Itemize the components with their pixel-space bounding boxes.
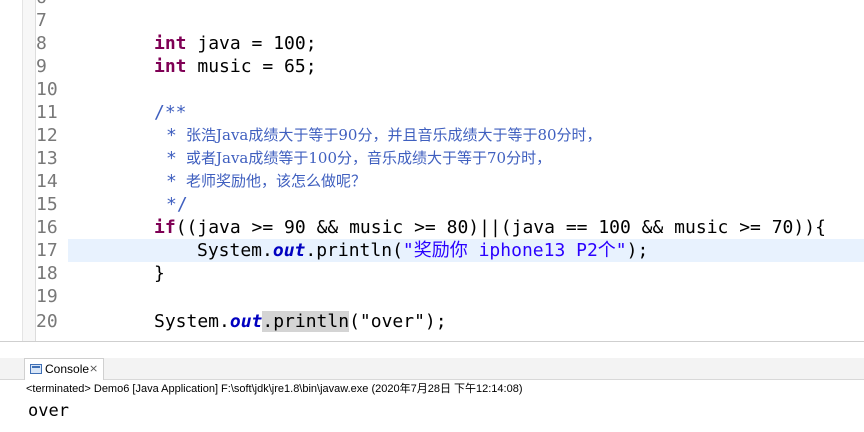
code-text: System.out.println("over"); [154, 310, 447, 333]
code-line: 19 [0, 285, 864, 308]
code-line: 17 System.out.println("奖励你 iphone13 P2个"… [0, 239, 864, 262]
code-line: 7 [0, 9, 864, 32]
code-editor[interactable]: 6 7 8 int java = 100; 9 int music = 65; … [0, 0, 864, 341]
line-number: 19 [36, 286, 58, 307]
comment-text: 张浩Java成绩大于等于90分，并且音乐成绩大于等于80分时， [186, 126, 602, 144]
line-number: 11 [36, 102, 58, 123]
keyword: int [154, 56, 187, 77]
code-text: int java = 100; [154, 32, 317, 55]
code-line: 18 } [0, 262, 864, 285]
code-line: 15 */ [0, 193, 864, 216]
code-line: 11 /** [0, 101, 864, 124]
comment-star: * [166, 125, 177, 146]
code-rest: ((java >= 90 && music >= 80)||(java == 1… [175, 217, 826, 238]
code-line: 20 System.out.println("over"); [0, 310, 864, 333]
line-number: 18 [36, 263, 58, 284]
line-number: 10 [36, 79, 58, 100]
line-number: 13 [36, 148, 58, 169]
console-tab-label: Console [45, 362, 90, 376]
code-line: 10 [0, 78, 864, 101]
code-line: 16 if((java >= 90 && music >= 80)||(java… [0, 216, 864, 239]
code-rest: java = 100; [186, 33, 317, 54]
code-text: if((java >= 90 && music >= 80)||(java ==… [154, 216, 826, 239]
keyword: int [154, 33, 187, 54]
comment-open: /** [154, 102, 187, 123]
code-end: ); [626, 240, 649, 261]
code-line: 9 int music = 65; [0, 55, 864, 78]
code-line: 6 [0, 0, 864, 9]
occurrence-highlight: .println [262, 311, 350, 332]
tab-console[interactable]: Console ⨯ [24, 358, 104, 380]
console-icon [30, 364, 42, 374]
comment-text: 或者Java成绩等于100分，音乐成绩大于等于70分时， [186, 149, 552, 167]
line-number: 6 [36, 0, 66, 9]
code-line: 13 * 或者Java成绩等于100分，音乐成绩大于等于70分时， [0, 147, 864, 170]
code-line: 12 * 张浩Java成绩大于等于90分，并且音乐成绩大于等于80分时， [0, 124, 864, 147]
close-icon[interactable]: ⨯ [89, 359, 98, 379]
code-rest: music = 65; [186, 56, 317, 77]
line-number: 7 [36, 10, 47, 31]
comment-star: * [166, 148, 177, 169]
console-status: <terminated> Demo6 [Java Application] F:… [26, 383, 523, 395]
line-number: 14 [36, 171, 58, 192]
string-literal: "奖励你 iphone13 P2个" [402, 240, 627, 261]
code-class: System. [197, 240, 273, 261]
comment-text: 老师奖励他，该怎么做呢？ [186, 172, 367, 190]
code-class: System. [154, 311, 230, 332]
closing-brace: } [154, 263, 165, 284]
console-output[interactable]: over [28, 399, 69, 423]
comment-close: */ [166, 194, 188, 215]
code-line: 14 * 老师奖励他，该怎么做呢？ [0, 170, 864, 193]
line-number: 16 [36, 217, 58, 238]
field-out: out [272, 240, 306, 261]
console-view: Console ⨯ <terminated> Demo6 [Java Appli… [0, 341, 864, 432]
line-number: 17 [36, 240, 58, 261]
console-tab-bar: Console ⨯ [0, 358, 864, 380]
field-out: out [229, 311, 263, 332]
code-text: System.out.println("奖励你 iphone13 P2个"); [197, 239, 648, 262]
comment-star: * [166, 171, 177, 192]
line-number: 15 [36, 194, 58, 215]
line-number: 20 [36, 311, 58, 332]
line-number: 8 [36, 33, 47, 54]
code-line: 8 int java = 100; [0, 32, 864, 55]
code-call: .println( [305, 240, 403, 261]
code-args: ("over"); [349, 311, 447, 332]
code-text: int music = 65; [154, 55, 317, 78]
line-number: 9 [36, 56, 47, 77]
line-number: 12 [36, 125, 58, 146]
keyword: if [154, 217, 176, 238]
